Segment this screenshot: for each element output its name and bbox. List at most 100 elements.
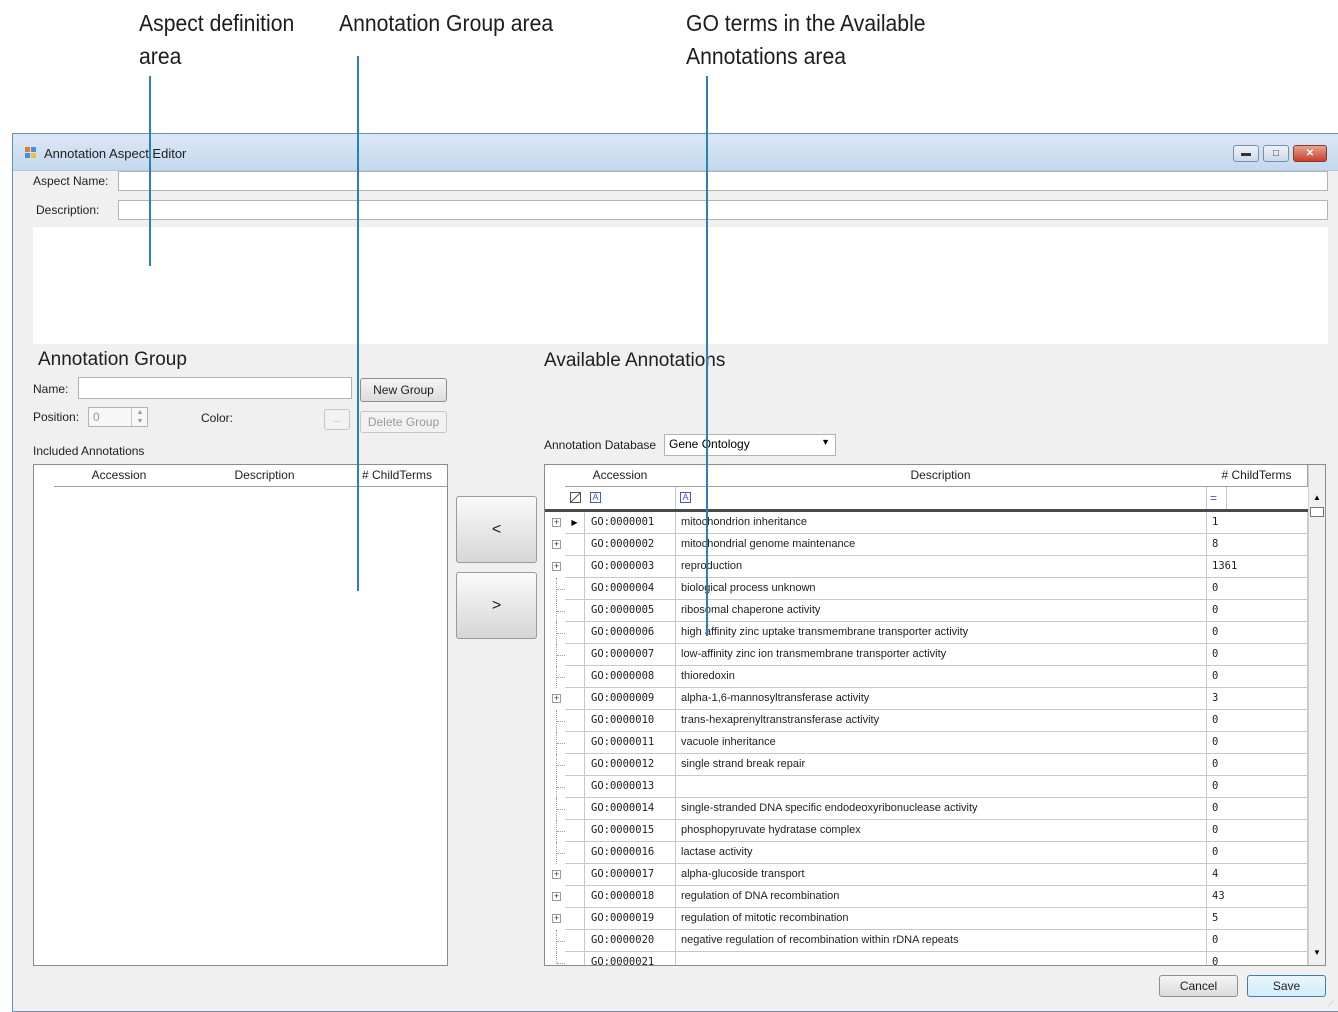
table-row[interactable]: GO:0000006 high affinity zinc uptake tran… bbox=[545, 622, 1325, 644]
cancel-button[interactable]: Cancel bbox=[1159, 975, 1238, 997]
resize-grip-icon[interactable]: ⋰ bbox=[1327, 1000, 1335, 1008]
description-cell[interactable]: alpha-glucoside transport bbox=[675, 864, 1207, 886]
description-cell[interactable]: regulation of mitotic recombination bbox=[675, 908, 1207, 930]
description-cell[interactable]: mitochondrial genome maintenance bbox=[675, 534, 1207, 556]
table-row[interactable]: GO:0000021 0 bbox=[545, 952, 1325, 965]
description-cell[interactable]: thioredoxin bbox=[675, 666, 1207, 688]
description-cell[interactable]: regulation of DNA recombination bbox=[675, 886, 1207, 908]
row-selector[interactable] bbox=[565, 886, 585, 908]
accession-cell[interactable]: GO:0000010 bbox=[585, 710, 676, 732]
expand-icon[interactable]: + bbox=[552, 914, 561, 923]
accession-cell[interactable]: GO:0000002 bbox=[585, 534, 676, 556]
filter-operator-equals[interactable]: = bbox=[1210, 491, 1217, 505]
table-row[interactable]: + GO:0000019 regulation of mitotic recombi… bbox=[545, 908, 1325, 930]
child-terms-cell[interactable]: 8 bbox=[1206, 534, 1308, 556]
clear-filter-icon[interactable] bbox=[570, 492, 581, 503]
child-terms-cell[interactable]: 0 bbox=[1206, 754, 1308, 776]
row-selector[interactable] bbox=[565, 666, 585, 688]
save-button[interactable]: Save bbox=[1247, 975, 1326, 997]
position-spinner[interactable]: ▲ ▼ bbox=[131, 408, 148, 426]
table-row[interactable]: + ▶ GO:0000001 mitochondrion inheritance 1 bbox=[545, 512, 1325, 534]
table-row[interactable]: GO:0000008 thioredoxin 0 bbox=[545, 666, 1325, 688]
description-cell[interactable]: reproduction bbox=[675, 556, 1207, 578]
row-selector[interactable] bbox=[565, 864, 585, 886]
description-cell[interactable]: single-stranded DNA specific endodeoxyri… bbox=[675, 798, 1207, 820]
accession-cell[interactable]: GO:0000003 bbox=[585, 556, 676, 578]
accession-cell[interactable]: GO:0000007 bbox=[585, 644, 676, 666]
expand-icon[interactable]: + bbox=[552, 694, 561, 703]
row-selector[interactable] bbox=[565, 578, 585, 600]
accession-cell[interactable]: GO:0000018 bbox=[585, 886, 676, 908]
filter-icon[interactable]: A bbox=[680, 492, 691, 503]
row-selector[interactable] bbox=[565, 930, 585, 952]
expand-icon[interactable]: + bbox=[552, 870, 561, 879]
table-row[interactable]: GO:0000012 single strand break repair 0 bbox=[545, 754, 1325, 776]
child-terms-cell[interactable]: 0 bbox=[1206, 578, 1308, 600]
row-selector[interactable] bbox=[565, 688, 585, 710]
accession-cell[interactable]: GO:0000004 bbox=[585, 578, 676, 600]
title-bar[interactable]: Annotation Aspect Editor ▬ □ ✕ bbox=[13, 134, 1338, 171]
accession-cell[interactable]: GO:0000008 bbox=[585, 666, 676, 688]
annotation-database-select[interactable]: Gene Ontology ▼ bbox=[664, 434, 836, 456]
accession-cell[interactable]: GO:0000019 bbox=[585, 908, 676, 930]
included-annotations-grid[interactable]: Accession Description # ChildTerms bbox=[33, 464, 448, 966]
column-header-accession[interactable]: Accession bbox=[54, 465, 185, 487]
description-cell[interactable]: biological process unknown bbox=[675, 578, 1207, 600]
row-selector[interactable] bbox=[565, 776, 585, 798]
description-cell[interactable] bbox=[675, 952, 1207, 965]
accession-cell[interactable]: GO:0000006 bbox=[585, 622, 676, 644]
current-row-indicator-icon[interactable]: ▶ bbox=[565, 512, 585, 534]
child-terms-cell[interactable]: 1361 bbox=[1206, 556, 1308, 578]
row-selector[interactable] bbox=[565, 754, 585, 776]
child-terms-cell[interactable]: 0 bbox=[1206, 644, 1308, 666]
table-row[interactable]: GO:0000007 low-affinity zinc ion transmem… bbox=[545, 644, 1325, 666]
description-cell[interactable]: phosphopyruvate hydratase complex bbox=[675, 820, 1207, 842]
accession-cell[interactable]: GO:0000017 bbox=[585, 864, 676, 886]
description-cell[interactable] bbox=[675, 776, 1207, 798]
description-cell[interactable]: negative regulation of recombination wit… bbox=[675, 930, 1207, 952]
child-terms-cell[interactable]: 43 bbox=[1206, 886, 1308, 908]
row-selector[interactable] bbox=[565, 952, 585, 965]
row-selector[interactable] bbox=[565, 798, 585, 820]
accession-cell[interactable]: GO:0000020 bbox=[585, 930, 676, 952]
row-selector[interactable] bbox=[565, 732, 585, 754]
table-row[interactable]: GO:0000014 single-stranded DNA specific e… bbox=[545, 798, 1325, 820]
group-name-input[interactable] bbox=[78, 377, 352, 399]
accession-cell[interactable]: GO:0000005 bbox=[585, 600, 676, 622]
scroll-thumb[interactable] bbox=[1310, 507, 1324, 517]
table-row[interactable]: + GO:0000002 mitochondrial genome maintena… bbox=[545, 534, 1325, 556]
row-selector[interactable] bbox=[565, 600, 585, 622]
accession-cell[interactable]: GO:0000001 bbox=[585, 512, 676, 534]
child-terms-cell[interactable]: 0 bbox=[1206, 930, 1308, 952]
row-selector[interactable] bbox=[565, 908, 585, 930]
table-row[interactable]: + GO:0000003 reproduction 1361 bbox=[545, 556, 1325, 578]
child-terms-cell[interactable]: 0 bbox=[1206, 820, 1308, 842]
child-terms-cell[interactable]: 0 bbox=[1206, 622, 1308, 644]
table-row[interactable]: GO:0000016 lactase activity 0 bbox=[545, 842, 1325, 864]
scroll-up-arrow-icon[interactable]: ▲ bbox=[1309, 489, 1325, 506]
table-row[interactable]: GO:0000013 0 bbox=[545, 776, 1325, 798]
child-terms-cell[interactable]: 4 bbox=[1206, 864, 1308, 886]
child-terms-cell[interactable]: 0 bbox=[1206, 776, 1308, 798]
description-cell[interactable]: low-affinity zinc ion transmembrane tran… bbox=[675, 644, 1207, 666]
filter-icon[interactable]: A bbox=[590, 492, 601, 503]
child-terms-cell[interactable]: 0 bbox=[1206, 600, 1308, 622]
description-cell[interactable]: vacuole inheritance bbox=[675, 732, 1207, 754]
column-header-accession[interactable]: Accession bbox=[565, 465, 676, 487]
expand-icon[interactable]: + bbox=[552, 892, 561, 901]
add-annotation-button[interactable]: < bbox=[456, 496, 537, 563]
accession-cell[interactable]: GO:0000014 bbox=[585, 798, 676, 820]
row-selector[interactable] bbox=[565, 534, 585, 556]
row-selector[interactable] bbox=[565, 644, 585, 666]
row-selector[interactable] bbox=[565, 556, 585, 578]
child-terms-cell[interactable]: 0 bbox=[1206, 710, 1308, 732]
child-terms-cell[interactable]: 1 bbox=[1206, 512, 1308, 534]
new-group-button[interactable]: New Group bbox=[360, 378, 447, 402]
row-selector[interactable] bbox=[565, 820, 585, 842]
row-selector[interactable] bbox=[565, 622, 585, 644]
close-button[interactable]: ✕ bbox=[1293, 145, 1327, 162]
available-annotations-grid[interactable]: Accession Description # ChildTerms A A =… bbox=[544, 464, 1326, 966]
accession-cell[interactable]: GO:0000015 bbox=[585, 820, 676, 842]
column-header-description[interactable]: Description bbox=[184, 465, 346, 487]
description-cell[interactable]: mitochondrion inheritance bbox=[675, 512, 1207, 534]
